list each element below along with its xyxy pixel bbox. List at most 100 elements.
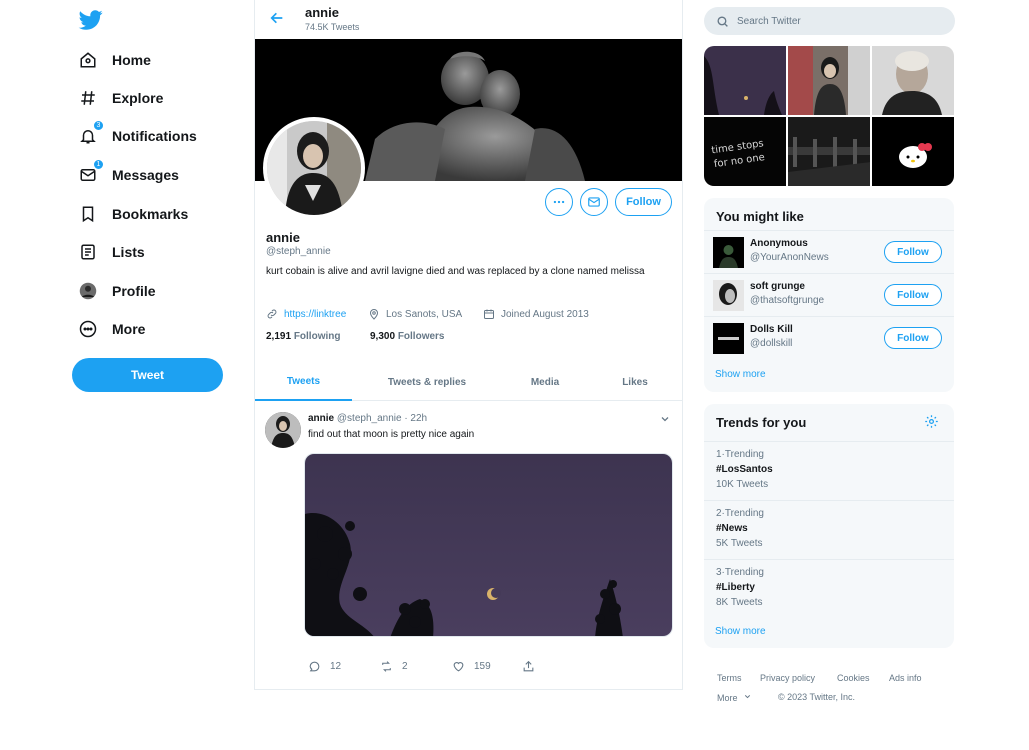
you-might-like-title: You might like <box>716 209 804 224</box>
nav-item-messages[interactable]: 1 Messages <box>78 159 179 190</box>
suggestion-avatar[interactable] <box>713 237 744 268</box>
tweet-text: find out that moon is pretty nice again <box>308 429 475 440</box>
trend-item[interactable]: 3·Trending #Liberty 8K Tweets <box>704 559 954 618</box>
tweet-header: annie @steph_annie · 22h <box>308 413 427 424</box>
bookmark-icon <box>78 204 98 224</box>
chevron-down-icon[interactable] <box>659 412 671 424</box>
trend-tag: #Liberty <box>716 582 755 593</box>
following-count-link[interactable]: 2,191 Following <box>266 331 340 342</box>
suggestion-name[interactable]: soft grunge <box>750 281 805 292</box>
gallery-image-2[interactable] <box>788 46 870 115</box>
profile-link[interactable]: https://linktree <box>266 308 346 320</box>
more-dots-icon <box>553 200 565 204</box>
show-more-trends-link[interactable]: Show more <box>715 626 766 637</box>
twitter-bird-icon[interactable] <box>78 8 104 32</box>
nav-label-bookmarks: Bookmarks <box>112 206 189 222</box>
suggestion-row[interactable]: soft grunge @thatsoftgrunge Follow <box>704 273 954 316</box>
search-input[interactable] <box>737 15 937 27</box>
calendar-icon <box>484 309 494 319</box>
trend-item[interactable]: 2·Trending #News 5K Tweets <box>704 500 954 559</box>
follow-button[interactable]: Follow <box>884 327 942 349</box>
profile-avatar[interactable] <box>263 117 365 219</box>
location-pin-icon <box>369 309 379 320</box>
profile-tabs: Tweets Tweets & replies Media Likes <box>255 363 682 401</box>
followers-label: Followers <box>397 331 445 342</box>
gear-icon[interactable] <box>924 414 939 434</box>
suggestion-avatar[interactable] <box>713 280 744 311</box>
search-bar[interactable] <box>704 7 955 35</box>
suggestion-name[interactable]: Anonymous <box>750 238 808 249</box>
gallery-image-6[interactable] <box>872 117 954 186</box>
suggestion-avatar[interactable] <box>713 323 744 354</box>
tweet-media-image[interactable] <box>304 453 673 637</box>
tab-media[interactable]: Media <box>505 363 585 401</box>
profile-location: Los Sanots, USA <box>368 308 462 320</box>
profile-bio: kurt cobain is alive and avril lavigne d… <box>266 266 645 277</box>
tweet-avatar[interactable] <box>265 412 301 448</box>
profile-header-bar: annie 74.5K Tweets <box>255 0 682 38</box>
nav-item-lists[interactable]: Lists <box>78 237 145 267</box>
footer-terms-link[interactable]: Terms <box>717 673 742 683</box>
footer-cookies-link[interactable]: Cookies <box>837 673 870 683</box>
following-label: Following <box>293 331 341 342</box>
trend-meta: 1·Trending <box>716 449 764 460</box>
share-button[interactable] <box>522 660 544 673</box>
message-button[interactable] <box>580 188 608 216</box>
suggestion-row[interactable]: Dolls Kill @dollskill Follow <box>704 316 954 359</box>
trend-item[interactable]: 1·Trending #LosSantos 10K Tweets <box>704 441 954 500</box>
footer-privacy-link[interactable]: Privacy policy <box>760 673 815 683</box>
gallery-image-1[interactable] <box>704 46 786 115</box>
gallery-image-4[interactable]: time stops for no one <box>704 117 786 186</box>
trend-tag: #News <box>716 523 748 534</box>
more-options-button[interactable] <box>545 188 573 216</box>
reply-count: 12 <box>330 661 342 672</box>
header-tweet-count: 74.5K Tweets <box>305 22 360 32</box>
nav-item-notifications[interactable]: 3 Notifications <box>78 120 197 151</box>
tab-likes[interactable]: Likes <box>595 363 675 401</box>
profile-link-text[interactable]: https://linktree <box>284 309 346 320</box>
like-button[interactable]: 159 <box>452 660 491 673</box>
follow-button[interactable]: Follow <box>884 241 942 263</box>
nav-label-home: Home <box>112 52 151 68</box>
gallery-image-3[interactable] <box>872 46 954 115</box>
suggestion-name[interactable]: Dolls Kill <box>750 324 793 335</box>
trend-meta: 3·Trending <box>716 567 764 578</box>
footer-more-menu[interactable]: More <box>717 692 752 703</box>
tweet-author-name[interactable]: annie <box>308 413 334 424</box>
nav-item-home[interactable]: Home <box>78 45 151 75</box>
search-icon <box>717 15 728 27</box>
tab-tweets-replies[interactable]: Tweets & replies <box>365 363 489 401</box>
profile-joined: Joined August 2013 <box>483 308 589 320</box>
profile-column: annie 74.5K Tweets Follow annie @steph_a… <box>254 0 683 690</box>
tweet-handle-time: @steph_annie · 22h <box>336 413 428 424</box>
envelope-icon: 1 <box>78 159 104 185</box>
notifications-badge: 3 <box>93 120 104 131</box>
tab-tweets[interactable]: Tweets <box>255 363 352 401</box>
list-icon <box>78 242 98 262</box>
follow-button[interactable]: Follow <box>615 188 672 216</box>
footer-more-label: More <box>717 693 738 703</box>
link-icon <box>267 309 277 319</box>
retweet-button[interactable]: 2 <box>380 660 408 673</box>
footer-ads-link[interactable]: Ads info <box>889 673 922 683</box>
profile-location-text: Los Sanots, USA <box>386 308 463 320</box>
nav-item-explore[interactable]: Explore <box>78 83 163 113</box>
trend-meta: 2·Trending <box>716 508 764 519</box>
profile-name: annie <box>266 230 300 245</box>
followers-count-link[interactable]: 9,300 Followers <box>370 331 445 342</box>
follow-button[interactable]: Follow <box>884 284 942 306</box>
tweet-button[interactable]: Tweet <box>72 358 223 392</box>
show-more-link[interactable]: Show more <box>715 369 766 380</box>
bell-icon: 3 <box>78 120 104 146</box>
reply-button[interactable]: 12 <box>308 660 341 673</box>
suggestion-row[interactable]: Anonymous @YourAnonNews Follow <box>704 230 954 273</box>
nav-item-more[interactable]: More <box>78 314 145 344</box>
header-name: annie <box>305 5 339 20</box>
following-count: 2,191 <box>266 331 292 342</box>
nav-item-profile[interactable]: Profile <box>78 276 156 306</box>
retweet-count: 2 <box>402 661 408 672</box>
you-might-like-panel: You might like Anonymous @YourAnonNews F… <box>704 198 954 392</box>
nav-item-bookmarks[interactable]: Bookmarks <box>78 199 188 229</box>
gallery-image-5[interactable] <box>788 117 870 186</box>
back-arrow-icon[interactable] <box>269 10 285 26</box>
